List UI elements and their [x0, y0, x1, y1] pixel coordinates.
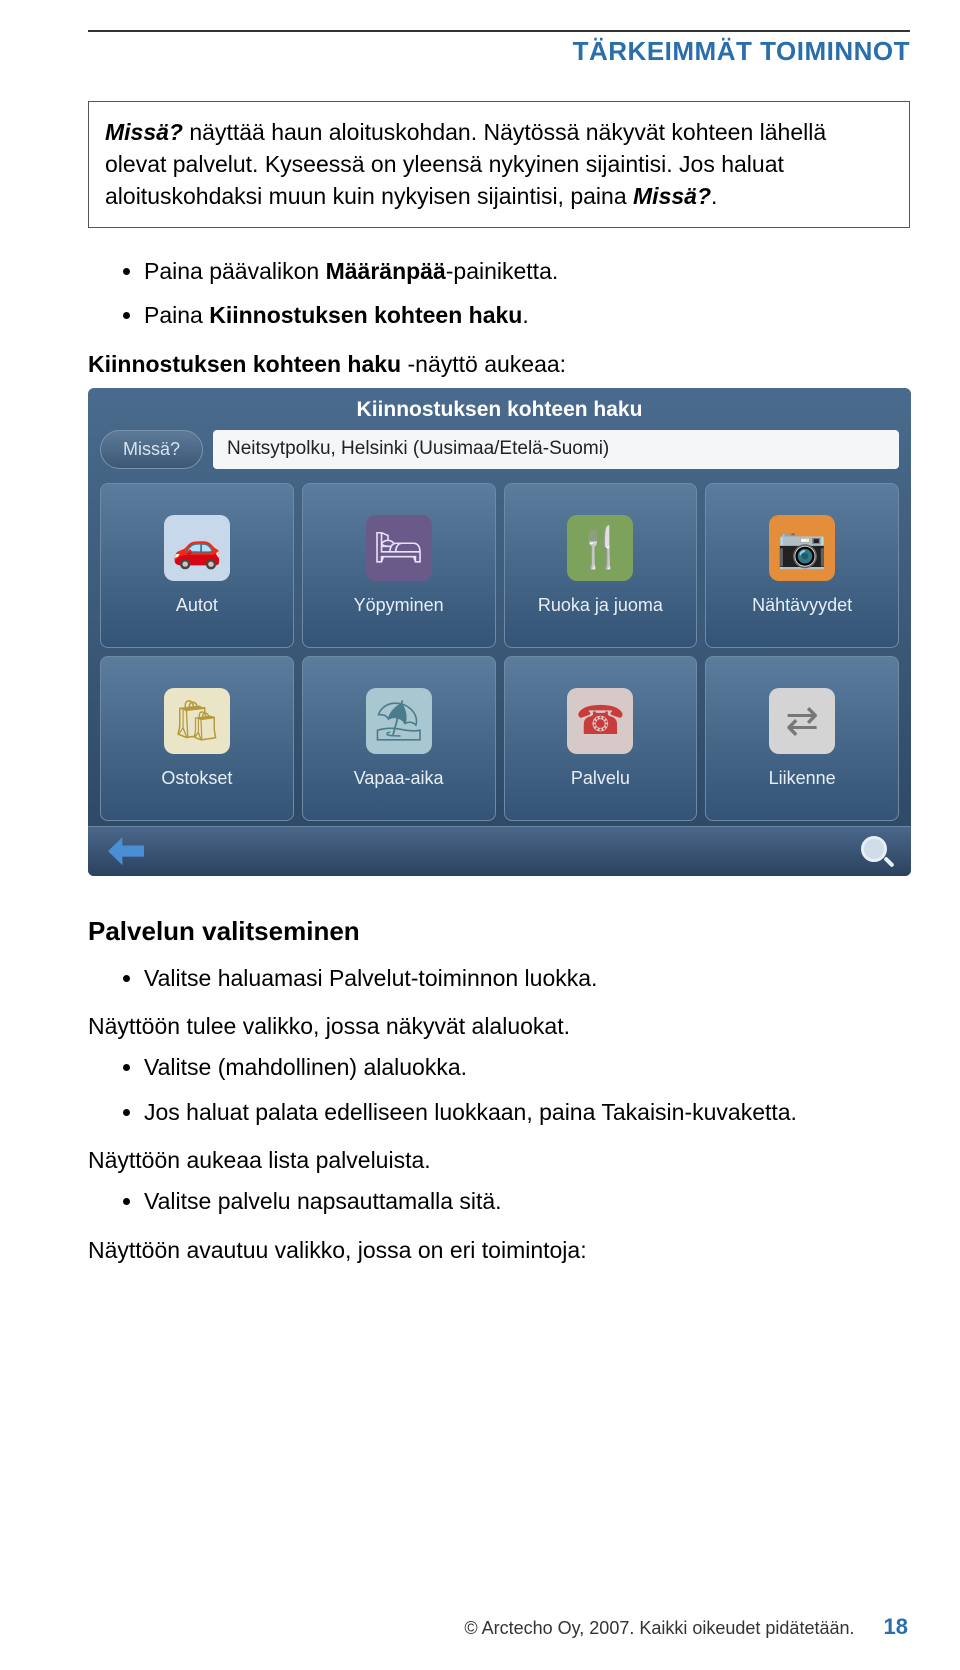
page-header: TÄRKEIMMÄT TOIMINNOT [88, 36, 910, 67]
list-item: Valitse (mahdollinen) alaluokka. [144, 1050, 910, 1085]
footer: © Arctecho Oy, 2007. Kaikki oikeudet pid… [464, 1614, 908, 1640]
nahtavyydet-icon: 📷 [769, 515, 835, 581]
text-valikko: Näyttöön avautuu valikko, jossa on eri t… [88, 1237, 910, 1264]
tile-label: Autot [176, 595, 218, 616]
tile-palvelu[interactable]: ☎ Palvelu [504, 656, 698, 821]
copyright: © Arctecho Oy, 2007. Kaikki oikeudet pid… [464, 1618, 854, 1638]
page-number: 18 [884, 1614, 908, 1639]
text-alaluokat: Näyttöön tulee valikko, jossa näkyvät al… [88, 1013, 910, 1040]
where-button[interactable]: Missä? [100, 430, 203, 469]
list-item: Valitse palvelu napsauttamalla sitä. [144, 1184, 910, 1219]
tile-row-2: 🛍 Ostokset ⛱ Vapaa-aika ☎ Palvelu ⇄ Liikenne [88, 656, 911, 821]
list-item: Paina Kiinnostuksen kohteen haku. [144, 298, 910, 333]
info-box: Missä? näyttää haun aloituskohdan. Näytö… [88, 101, 910, 228]
screen-opens-text: Kiinnostuksen kohteen haku -näyttö aukea… [88, 351, 910, 378]
tile-nahtavyydet[interactable]: 📷 Nähtävyydet [705, 483, 899, 648]
tile-label: Ostokset [161, 768, 232, 789]
yopyminen-icon: 🛏 [366, 515, 432, 581]
ruoka-icon: 🍴 [567, 515, 633, 581]
ostokset-icon: 🛍 [164, 688, 230, 754]
tile-vapaa-aika[interactable]: ⛱ Vapaa-aika [302, 656, 496, 821]
tile-ruoka[interactable]: 🍴 Ruoka ja juoma [504, 483, 698, 648]
tile-label: Vapaa-aika [354, 768, 444, 789]
tile-liikenne[interactable]: ⇄ Liikenne [705, 656, 899, 821]
list-item: Valitse haluamasi Palvelut-toiminnon luo… [144, 961, 910, 996]
palvelu-icon: ☎ [567, 688, 633, 754]
autot-icon: 🚗 [164, 515, 230, 581]
tile-row-1: 🚗 Autot 🛏 Yöpyminen 🍴 Ruoka ja juoma 📷 Nähtävyy… [88, 483, 911, 648]
list-item: Jos haluat palata edelliseen luokkaan, p… [144, 1095, 910, 1130]
tile-label: Ruoka ja juoma [538, 595, 663, 616]
back-icon[interactable] [108, 837, 144, 865]
tile-yopyminen[interactable]: 🛏 Yöpyminen [302, 483, 496, 648]
tile-label: Yöpyminen [354, 595, 444, 616]
gps-screenshot: Kiinnostuksen kohteen haku Missä? Neitsy… [88, 388, 911, 876]
location-field[interactable]: Neitsytpolku, Helsinki (Uusimaa/Etelä-Su… [213, 430, 899, 469]
vapaa-aika-icon: ⛱ [366, 688, 432, 754]
liikenne-icon: ⇄ [769, 688, 835, 754]
tile-autot[interactable]: 🚗 Autot [100, 483, 294, 648]
bullet-list-1: Paina päävalikon Määränpää-painiketta. Pa… [88, 254, 910, 333]
search-icon[interactable] [861, 836, 891, 866]
text-lista: Näyttöön aukeaa lista palveluista. [88, 1147, 910, 1174]
tile-label: Nähtävyydet [752, 595, 852, 616]
tile-label: Palvelu [571, 768, 630, 789]
tile-label: Liikenne [769, 768, 836, 789]
bullet-list-2c: Valitse palvelu napsauttamalla sitä. [88, 1184, 910, 1219]
bullet-list-2a: Valitse haluamasi Palvelut-toiminnon luo… [88, 961, 910, 996]
section-heading: Palvelun valitseminen [88, 916, 910, 947]
tile-ostokset[interactable]: 🛍 Ostokset [100, 656, 294, 821]
bullet-list-2b: Valitse (mahdollinen) alaluokka. Jos halu… [88, 1050, 910, 1129]
gps-title: Kiinnostuksen kohteen haku [88, 388, 911, 430]
list-item: Paina päävalikon Määränpää-painiketta. [144, 254, 910, 289]
